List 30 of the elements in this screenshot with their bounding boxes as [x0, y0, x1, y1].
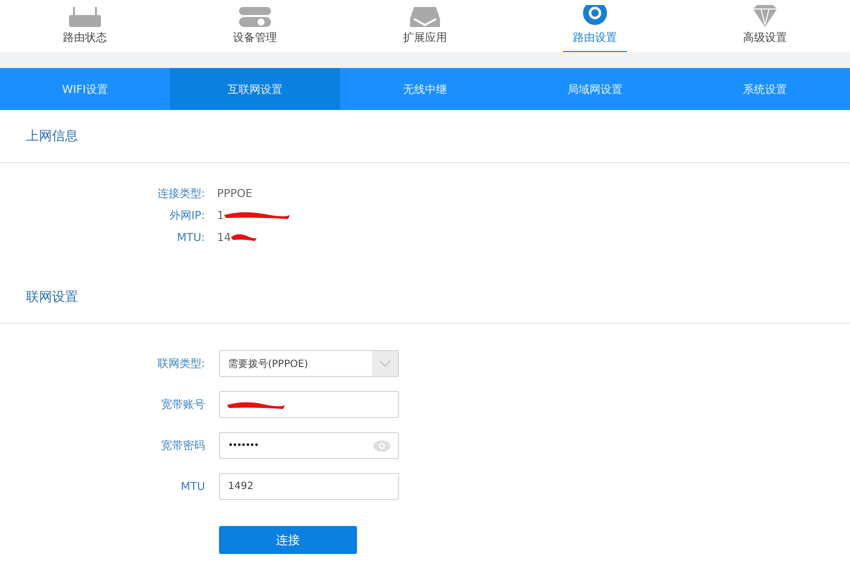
field-label: 宽带密码: [160, 438, 205, 453]
info-label: MTU:: [176, 230, 205, 244]
info-value: 14: [217, 230, 231, 244]
field-label: 宽带账号: [160, 397, 205, 412]
nav-tab[interactable]: 扩展应用: [393, 30, 457, 52]
redaction-mark: [229, 231, 259, 243]
gear-icon: [581, 5, 609, 27]
info-value: 1: [217, 208, 224, 222]
section-title: 上网信息: [0, 110, 850, 163]
nav-tab[interactable]: 高级设置: [733, 30, 797, 52]
toggle-icon: [239, 7, 271, 27]
section-title: 联网设置: [0, 271, 850, 324]
settings-tab[interactable]: 互联网设置: [170, 68, 340, 110]
router-icon: [67, 7, 103, 27]
diamond-icon: [751, 5, 779, 27]
field-label: 联网类型:: [156, 356, 205, 371]
info-value: PPPOE: [217, 186, 253, 200]
nav-tab[interactable]: 路由状态: [53, 30, 117, 52]
field-label: MTU: [180, 480, 205, 493]
info-label: 连接类型:: [156, 186, 205, 200]
connect-button[interactable]: 连接: [219, 526, 357, 554]
nav-tab[interactable]: 设备管理: [223, 30, 287, 52]
tray-icon: [410, 7, 440, 27]
input-field[interactable]: 1492: [219, 473, 399, 500]
redaction-mark: [222, 209, 292, 221]
input-field[interactable]: [219, 391, 399, 418]
eye-icon[interactable]: [373, 440, 391, 452]
dropdown-caret-icon[interactable]: [372, 351, 398, 376]
info-label: 外网IP:: [168, 208, 205, 222]
input-field[interactable]: •••••••: [219, 432, 399, 459]
